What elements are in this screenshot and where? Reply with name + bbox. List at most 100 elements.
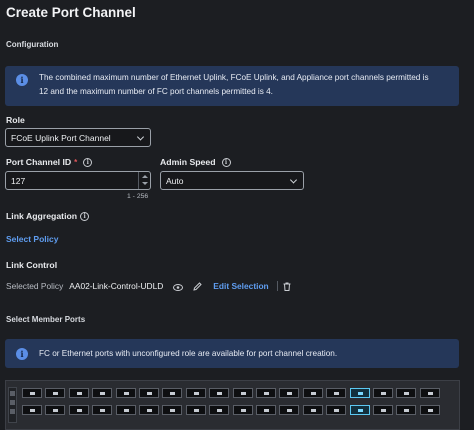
sfp-cage-icon [419,388,440,398]
selected-policy-label: Selected Policy [6,281,64,291]
info-icon[interactable]: i [80,211,90,221]
switch-port[interactable] [396,405,417,427]
role-select-value: FCoE Uplink Port Channel [11,132,111,143]
banner-text: The combined maximum number of Ethernet … [39,71,454,99]
switch-port[interactable] [92,405,113,427]
sfp-cage-icon [256,388,276,398]
sfp-cage-icon [232,405,253,415]
selected-policy-value: AA02-Link-Control-UDLD [69,281,164,291]
sfp-cage-icon [302,405,323,415]
led-icon [10,391,15,396]
info-icon[interactable]: i [83,157,93,167]
admin-speed-label: Admin Speed [160,157,216,167]
switch-port[interactable] [279,405,300,427]
switch-port[interactable] [302,405,323,427]
increment-icon[interactable] [142,175,148,178]
banner-line-1: The combined maximum number of Ethernet … [39,73,429,82]
sfp-cage-icon [68,388,89,398]
switch-port[interactable] [326,405,347,427]
member-ports-info-banner: i FC or Ethernet ports with unconfigured… [5,339,459,368]
sfp-cage-icon [326,405,347,415]
sfp-cage-icon [349,405,370,415]
sfp-cage-icon [68,405,89,415]
info-icon: i [16,348,28,360]
edit-selection-link[interactable]: Edit Selection [213,281,268,291]
select-policy-link[interactable]: Select Policy [6,234,58,244]
sfp-cage-icon [22,405,42,415]
sfp-cage-icon [209,388,230,398]
select-member-ports-label: Select Member Ports [6,315,86,324]
number-stepper[interactable] [138,172,150,189]
divider [276,281,278,291]
sfp-cage-icon [326,388,347,398]
switch-port[interactable] [232,405,253,427]
sfp-cage-icon [45,388,66,398]
sfp-cage-icon [209,405,230,415]
admin-speed-select[interactable]: Auto [160,171,304,190]
sfp-cage-icon [185,405,206,415]
configuration-section-label: Configuration [6,40,59,49]
port-channel-id-label-row: Port Channel ID * i [6,157,93,167]
switch-port[interactable] [22,405,42,427]
sfp-cage-icon [302,388,323,398]
sfp-cage-icon [349,388,370,398]
sfp-cage-icon [45,405,66,415]
sfp-cage-icon [139,388,159,398]
port-channel-id-range-hint: 1 - 256 [127,193,149,200]
switch-port-panel [5,380,460,430]
required-mark: * [74,157,78,167]
sfp-cage-icon [185,388,206,398]
switch-port[interactable] [373,405,393,427]
sfp-cage-icon [279,388,300,398]
link-aggregation-label-row: Link Aggregation i [6,211,90,221]
switch-port[interactable] [419,405,440,427]
admin-speed-label-row: Admin Speed i [160,157,231,167]
sfp-cage-icon [22,388,42,398]
switch-port[interactable] [349,405,370,427]
sfp-cage-icon [396,405,417,415]
switch-port[interactable] [256,405,276,427]
switch-port[interactable] [209,405,230,427]
page-title: Create Port Channel [6,5,136,20]
mgmt-port-block [8,387,17,423]
chevron-down-icon [136,132,145,141]
sfp-cage-icon [373,388,393,398]
port-channel-id-label: Port Channel ID [6,157,72,167]
sfp-cage-icon [115,388,136,398]
sfp-cage-icon [115,405,136,415]
trash-icon[interactable] [283,282,291,291]
sfp-cage-icon [139,405,159,415]
switch-port[interactable] [185,405,206,427]
sfp-cage-icon [162,405,183,415]
member-ports-info-text: FC or Ethernet ports with unconfigured r… [39,349,338,358]
switch-port[interactable] [45,405,66,427]
switch-port[interactable] [162,405,183,427]
eye-icon[interactable] [173,283,184,291]
decrement-icon[interactable] [142,182,148,185]
sfp-cage-icon [92,388,113,398]
sfp-cage-icon [373,405,393,415]
port-channel-id-value: 127 [11,175,26,186]
switch-port[interactable] [139,405,159,427]
link-control-label: Link Control [6,260,58,270]
admin-speed-value: Auto [166,175,184,186]
led-icon [10,400,15,405]
link-aggregation-label: Link Aggregation [6,211,78,221]
led-icon [10,409,15,414]
banner-line-2: 12 and the maximum number of FC port cha… [39,87,273,96]
sfp-cage-icon [256,405,276,415]
sfp-cage-icon [92,405,113,415]
role-label: Role [6,115,25,125]
pencil-icon[interactable] [193,281,203,291]
sfp-cage-icon [419,405,440,415]
sfp-cage-icon [232,388,253,398]
chevron-down-icon [289,175,298,184]
switch-port[interactable] [115,405,136,427]
port-channel-id-input[interactable]: 127 [5,171,151,190]
sfp-cage-icon [396,388,417,398]
link-control-policy-row: Selected Policy AA02-Link-Control-UDLD E… [6,281,291,291]
port-channel-limit-banner: i The combined maximum number of Etherne… [5,66,459,106]
info-icon[interactable]: i [221,157,231,167]
role-select[interactable]: FCoE Uplink Port Channel [5,128,151,147]
switch-port[interactable] [68,405,89,427]
